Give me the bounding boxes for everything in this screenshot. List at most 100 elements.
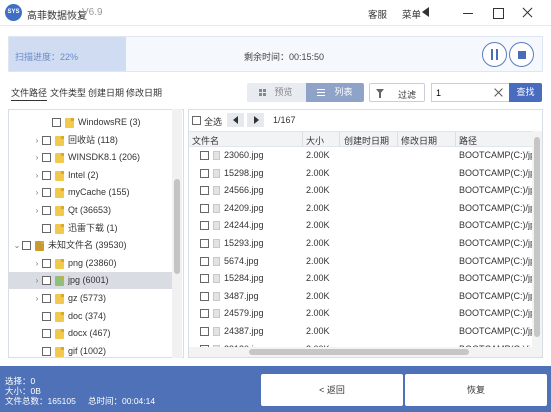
recover-button[interactable]: 恢复 — [405, 374, 547, 406]
column-header-size[interactable]: 大小 — [306, 134, 324, 147]
row-checkbox[interactable] — [200, 239, 209, 248]
tree-item-checkbox[interactable] — [42, 170, 51, 180]
tree-item-checkbox[interactable] — [42, 153, 51, 163]
tree-item[interactable]: WindowsRE (3) — [9, 114, 175, 131]
row-checkbox[interactable] — [200, 274, 209, 284]
table-row[interactable]: 24244.jpg 2.00K BOOTCAMP(C:)/jpg — [189, 217, 540, 234]
app-logo: SYS — [5, 4, 22, 21]
customer-service-link[interactable]: 客服 — [368, 7, 387, 21]
table-row[interactable]: 24209.jpg 2.00K BOOTCAMP(C:)/jpg — [189, 200, 540, 217]
table-horizontal-scrollbar[interactable] — [189, 347, 542, 357]
tree-item-checkbox[interactable] — [42, 346, 51, 356]
tree-scrollbar-thumb[interactable] — [174, 179, 180, 274]
tab-modified-date[interactable]: 修改日期 — [126, 86, 162, 99]
file-path-cell: BOOTCAMP(C:)/jpg — [459, 326, 541, 336]
expand-arrow-icon[interactable]: › — [33, 272, 41, 289]
expand-arrow-icon[interactable]: › — [33, 167, 41, 184]
expand-arrow-icon[interactable]: › — [33, 202, 41, 219]
select-all-label[interactable]: 全选 — [204, 115, 222, 128]
search-button[interactable]: 查找 — [509, 83, 542, 102]
tree-item-checkbox[interactable] — [52, 118, 61, 127]
row-checkbox[interactable] — [200, 151, 209, 160]
column-header-created[interactable]: 创建时日期 — [344, 134, 389, 147]
tree-item[interactable]: › Intel (2) — [9, 167, 175, 184]
tab-created-date[interactable]: 创建日期 — [88, 86, 124, 99]
column-header-path[interactable]: 路径 — [459, 134, 477, 147]
stop-button[interactable] — [509, 42, 534, 67]
back-button[interactable]: < 返回 — [261, 374, 403, 406]
tree-item[interactable]: docx (467) — [9, 325, 175, 342]
row-checkbox[interactable] — [200, 221, 209, 231]
tree-scrollbar[interactable] — [172, 109, 182, 358]
table-row[interactable]: 24566.jpg 2.00K BOOTCAMP(C:)/jpg — [189, 182, 540, 199]
table-row[interactable]: 15293.jpg 2.00K BOOTCAMP(C:)/jpg — [189, 235, 540, 252]
tree-item-label: docx (467) — [68, 328, 111, 339]
expand-arrow-icon[interactable]: › — [33, 255, 41, 272]
tree-item-checkbox[interactable] — [42, 311, 51, 321]
tree-item[interactable]: ⌄ 未知文件名 (39530) — [9, 237, 175, 254]
preview-view-button[interactable]: 预览 — [247, 83, 305, 102]
tree-item-checkbox[interactable] — [42, 276, 51, 286]
tab-file-path[interactable]: 文件路径 — [11, 86, 48, 101]
expand-arrow-icon[interactable]: › — [33, 184, 41, 201]
maximize-button[interactable] — [488, 3, 508, 23]
column-divider[interactable] — [455, 132, 456, 146]
column-divider[interactable] — [302, 132, 303, 146]
table-row[interactable]: 5674.jpg 2.00K BOOTCAMP(C:)/jpg — [189, 253, 540, 270]
filter-button[interactable]: 过滤 — [369, 83, 425, 102]
tree-item-checkbox[interactable] — [42, 135, 51, 145]
folder-icon — [55, 188, 64, 199]
clear-search-icon[interactable] — [493, 86, 505, 98]
table-row[interactable]: 15298.jpg 2.00K BOOTCAMP(C:)/jpg — [189, 165, 540, 182]
tree-item[interactable]: gif (1002) — [9, 343, 175, 357]
table-row[interactable]: 23060.jpg 2.00K BOOTCAMP(C:)/jpg — [189, 147, 540, 164]
tree-item[interactable]: › gz (5773) — [9, 290, 175, 307]
row-checkbox[interactable] — [200, 186, 209, 196]
tree-item[interactable]: › WINSDK8.1 (206) — [9, 149, 175, 166]
expand-arrow-icon[interactable]: › — [33, 132, 41, 149]
expand-arrow-icon[interactable]: › — [33, 290, 41, 307]
tree-item-checkbox[interactable] — [42, 206, 51, 215]
tree-item-checkbox[interactable] — [42, 329, 51, 339]
tree-item-checkbox[interactable] — [42, 188, 51, 198]
tree-item[interactable]: › 回收站 (118) — [9, 132, 175, 149]
tree-item-checkbox[interactable] — [42, 223, 51, 233]
tree-item-checkbox[interactable] — [22, 241, 31, 251]
tree-item[interactable]: › jpg (6001) — [9, 272, 175, 290]
table-row[interactable]: 24579.jpg 2.00K BOOTCAMP(C:)/jpg — [189, 305, 540, 322]
row-checkbox[interactable] — [200, 256, 209, 266]
list-view-button[interactable]: 列表 — [306, 83, 364, 102]
collapse-arrow-icon[interactable]: ⌄ — [13, 237, 21, 254]
table-row[interactable]: 3487.jpg 2.00K BOOTCAMP(C:)/jpg — [189, 288, 540, 305]
row-checkbox[interactable] — [200, 309, 209, 319]
column-header-name[interactable]: 文件名 — [192, 134, 219, 147]
column-divider[interactable] — [397, 132, 398, 146]
row-checkbox[interactable] — [200, 291, 209, 301]
tree-item[interactable]: › Qt (36653) — [9, 202, 175, 219]
tree-item[interactable]: doc (374) — [9, 308, 175, 325]
pause-button[interactable] — [482, 42, 507, 67]
row-checkbox[interactable] — [200, 168, 209, 178]
prev-page-button[interactable] — [227, 113, 244, 127]
menu-arrow-icon[interactable] — [422, 7, 429, 17]
select-all-checkbox[interactable] — [192, 116, 201, 125]
tree-item[interactable]: 迅雷下载 (1) — [9, 220, 175, 237]
column-header-modified[interactable]: 修改日期 — [401, 134, 437, 147]
tree-item[interactable]: › png (23860) — [9, 255, 175, 272]
tab-file-type[interactable]: 文件类型 — [50, 86, 86, 99]
row-checkbox[interactable] — [200, 203, 209, 213]
table-row[interactable]: 15284.jpg 2.00K BOOTCAMP(C:)/jpg — [189, 270, 540, 287]
minimize-button[interactable] — [458, 3, 478, 23]
next-page-button[interactable] — [247, 113, 264, 127]
column-divider[interactable] — [339, 132, 340, 146]
row-checkbox[interactable] — [200, 327, 209, 336]
tree-item[interactable]: › myCache (155) — [9, 184, 175, 201]
menu-link[interactable]: 菜单 — [402, 7, 421, 21]
file-name-cell: 24209.jpg — [224, 202, 264, 213]
close-button[interactable] — [518, 3, 538, 23]
expand-arrow-icon[interactable]: › — [33, 149, 41, 166]
table-row[interactable]: 24387.jpg 2.00K BOOTCAMP(C:)/jpg — [189, 323, 540, 340]
table-vertical-scrollbar[interactable] — [532, 131, 542, 347]
tree-item-checkbox[interactable] — [42, 258, 51, 268]
tree-item-checkbox[interactable] — [42, 294, 51, 303]
